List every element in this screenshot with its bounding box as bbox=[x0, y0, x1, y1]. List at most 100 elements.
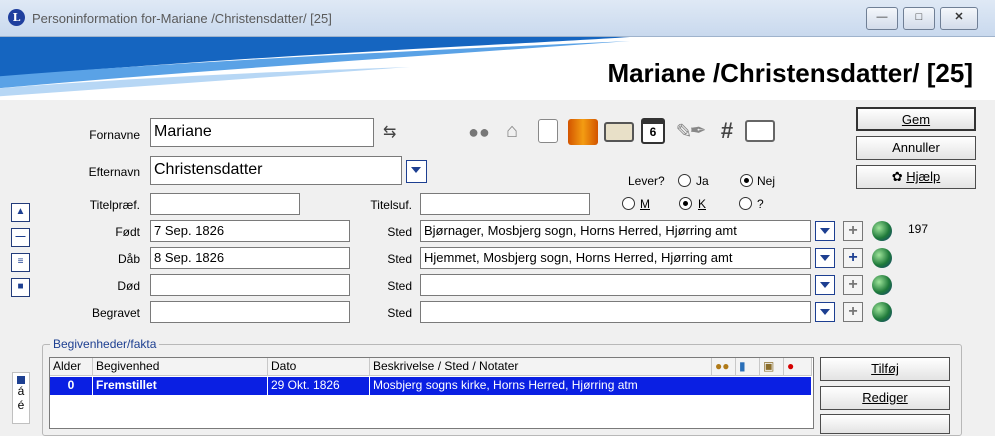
dod-globe-icon[interactable] bbox=[872, 275, 892, 295]
sex-m-radio[interactable] bbox=[622, 197, 635, 210]
fodt-sted-label: Sted bbox=[387, 225, 412, 239]
titelpraef-input[interactable] bbox=[150, 193, 300, 215]
begravet-sted-dropdown[interactable] bbox=[815, 302, 835, 322]
sex-unknown-label: ? bbox=[757, 197, 764, 211]
begravet-add-button[interactable]: + bbox=[843, 302, 863, 322]
lever-ja-label: Ja bbox=[696, 174, 709, 188]
table-cell-dato[interactable]: 29 Okt. 1826 bbox=[268, 377, 370, 395]
photo-icon[interactable] bbox=[604, 122, 634, 142]
app-logo-icon: L bbox=[8, 9, 25, 26]
rediger-button[interactable]: Rediger bbox=[820, 386, 950, 410]
calendar-icon[interactable]: 6 bbox=[641, 118, 665, 144]
nav-up-icon[interactable]: ▲ bbox=[11, 203, 30, 222]
tilfoj-button[interactable]: Tilføj bbox=[820, 357, 950, 381]
titelsuf-label: Titelsuf. bbox=[370, 198, 412, 212]
fornavne-label: Fornavne bbox=[89, 128, 140, 142]
fodt-date-input[interactable]: 7 Sep. 1826 bbox=[150, 220, 350, 242]
hjaelp-label: Hjælp bbox=[906, 169, 941, 184]
fodt-globe-icon[interactable] bbox=[872, 221, 892, 241]
minimize-icon[interactable]: — bbox=[866, 7, 898, 30]
partial-button[interactable] bbox=[820, 414, 950, 434]
sex-unknown-radio[interactable] bbox=[739, 197, 752, 210]
annuller-button[interactable]: Annuller bbox=[856, 136, 976, 160]
photo-icon[interactable]: ▣ bbox=[760, 358, 784, 376]
lever-ja-radio[interactable] bbox=[678, 174, 691, 187]
begravet-sted-label: Sted bbox=[387, 306, 412, 320]
alert-icon[interactable]: ● bbox=[784, 358, 812, 376]
fodt-sted-dropdown[interactable] bbox=[815, 221, 835, 241]
gem-label: Gem bbox=[901, 112, 931, 127]
window-title: Personinformation for-Mariane /Christens… bbox=[32, 11, 332, 26]
efternavn-label: Efternavn bbox=[88, 165, 140, 179]
swap-names-icon[interactable]: ⇆ bbox=[383, 122, 396, 142]
table-cell-alder[interactable]: 0 bbox=[50, 377, 93, 395]
hash-icon[interactable]: # bbox=[715, 118, 739, 143]
titelsuf-input[interactable] bbox=[420, 193, 590, 215]
efternavn-dropdown-button[interactable] bbox=[406, 160, 427, 183]
lever-nej-label: Nej bbox=[757, 174, 776, 188]
nav-block-icon[interactable]: ■ bbox=[11, 278, 30, 297]
sex-k-radio[interactable] bbox=[679, 197, 692, 210]
efternavn-input[interactable]: Christensdatter bbox=[150, 156, 402, 185]
title-bar[interactable]: L Personinformation for-Mariane /Christe… bbox=[0, 0, 995, 37]
help-icon: ✿ bbox=[891, 169, 907, 184]
table-cell-begivenhed[interactable]: Fremstillet bbox=[93, 377, 268, 395]
dod-sted-input[interactable] bbox=[420, 274, 811, 296]
fodt-sted-input[interactable]: Bjørnager, Mosbjerg sogn, Horns Herred, … bbox=[420, 220, 811, 242]
source-book-icon[interactable] bbox=[745, 120, 775, 142]
block-icon[interactable] bbox=[17, 376, 25, 384]
close-icon[interactable]: ✕ bbox=[940, 7, 978, 30]
sex-m-label: M bbox=[640, 197, 650, 211]
events-table[interactable]: Alder Begivenhed Dato Beskrivelse / Sted… bbox=[49, 357, 814, 429]
daab-sted-dropdown[interactable] bbox=[815, 248, 835, 268]
gem-button[interactable]: Gem bbox=[856, 107, 976, 131]
side-letter-a[interactable]: á bbox=[13, 384, 29, 398]
fodt-add-button[interactable]: + bbox=[843, 221, 863, 241]
record-count: 197 bbox=[908, 222, 929, 236]
fodt-label: Født bbox=[115, 225, 140, 239]
daab-globe-icon[interactable] bbox=[872, 248, 892, 268]
daab-date-input[interactable]: 8 Sep. 1826 bbox=[150, 247, 350, 269]
titelpraef-label: Titelpræf. bbox=[89, 198, 140, 212]
column-header-alder[interactable]: Alder bbox=[50, 358, 93, 376]
table-cell-beskrivelse[interactable]: Mosbjerg sogns kirke, Horns Herred, Hjør… bbox=[370, 377, 812, 395]
daab-label: Dåb bbox=[117, 252, 140, 266]
pen-icon[interactable]: ✒ bbox=[686, 118, 710, 142]
document-icon[interactable] bbox=[538, 119, 558, 143]
nav-lines-icon[interactable]: ≡ bbox=[11, 253, 30, 272]
events-group-title: Begivenheder/fakta bbox=[50, 337, 160, 351]
rediger-label: Rediger bbox=[862, 390, 908, 405]
daab-sted-input[interactable]: Hjemmet, Mosbjerg sogn, Horns Herred, Hj… bbox=[420, 247, 811, 269]
daab-sted-label: Sted bbox=[387, 252, 412, 266]
daab-add-button[interactable]: + bbox=[843, 248, 863, 268]
fornavne-input[interactable]: Mariane bbox=[150, 118, 374, 147]
book-icon[interactable]: ▮ bbox=[736, 358, 760, 376]
dod-sted-label: Sted bbox=[387, 279, 412, 293]
dod-date-input[interactable] bbox=[150, 274, 350, 296]
dod-add-button[interactable]: + bbox=[843, 275, 863, 295]
page-title: Mariane /Christensdatter/ [25] bbox=[607, 58, 973, 88]
people-icon[interactable]: ●● bbox=[467, 122, 491, 144]
column-header-begivenhed[interactable]: Begivenhed bbox=[93, 358, 268, 376]
side-panel: á é bbox=[12, 372, 30, 424]
begravet-label: Begravet bbox=[91, 306, 140, 320]
lever-label: Lever? bbox=[628, 174, 665, 188]
column-header-beskrivelse[interactable]: Beskrivelse / Sted / Notater bbox=[370, 358, 712, 376]
dod-label: Død bbox=[117, 279, 140, 293]
begravet-globe-icon[interactable] bbox=[872, 302, 892, 322]
maximize-icon[interactable]: □ bbox=[903, 7, 935, 30]
tilfoj-label: Tilføj bbox=[871, 361, 899, 376]
sex-k-label: K bbox=[698, 197, 707, 211]
people-icon[interactable]: ●● bbox=[712, 358, 736, 376]
begravet-date-input[interactable] bbox=[150, 301, 350, 323]
column-header-dato[interactable]: Dato bbox=[268, 358, 370, 376]
dod-sted-dropdown[interactable] bbox=[815, 275, 835, 295]
nav-single-line-icon[interactable]: — bbox=[11, 228, 30, 247]
lever-nej-radio[interactable] bbox=[740, 174, 753, 187]
begravet-sted-input[interactable] bbox=[420, 301, 811, 323]
house-icon[interactable]: ⌂ bbox=[500, 120, 524, 142]
hjaelp-button[interactable]: ✿ Hjælp bbox=[856, 165, 976, 189]
book-icon[interactable] bbox=[568, 119, 598, 145]
side-letter-e[interactable]: é bbox=[13, 398, 29, 412]
banner-swoosh bbox=[0, 37, 630, 97]
